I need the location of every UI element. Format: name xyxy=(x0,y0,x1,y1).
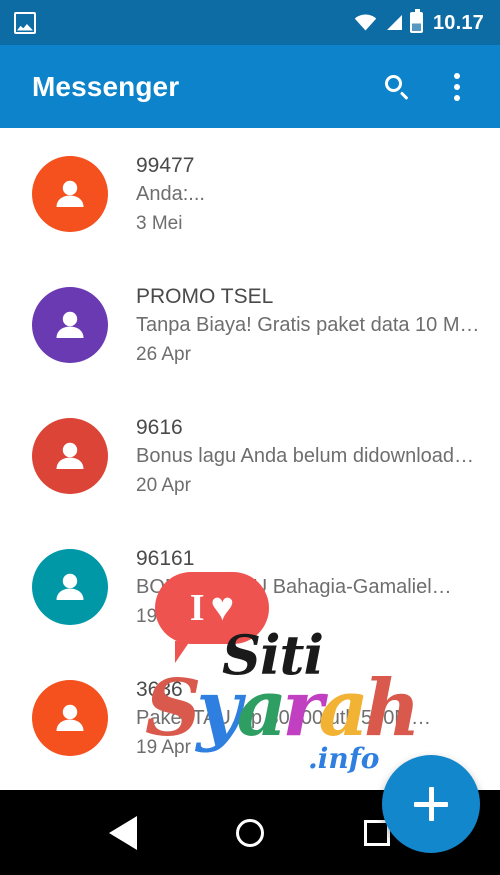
status-bar-left xyxy=(14,11,354,34)
conversation-row-0[interactable]: 99477 Anda:... 3 Mei xyxy=(0,128,500,259)
home-button[interactable] xyxy=(219,802,281,864)
conversation-text: 3636 Paket TAU Rp 30000 utk 500M… 19 Apr xyxy=(136,673,484,762)
conversation-name: 3636 xyxy=(136,678,183,701)
app-bar: Messenger xyxy=(0,45,500,128)
avatar xyxy=(32,286,108,363)
conversation-name: PROMO TSEL xyxy=(136,285,274,308)
search-button[interactable] xyxy=(378,68,416,106)
compose-fab-button[interactable] xyxy=(382,755,480,853)
conversation-name: 96161 xyxy=(136,547,195,570)
conversation-snippet: Paket TAU Rp 30000 utk 500M… xyxy=(136,707,431,729)
plus-icon xyxy=(414,787,448,821)
status-bar: 10.17 xyxy=(0,0,500,45)
home-circle-icon xyxy=(235,818,264,847)
conversation-list[interactable]: 99477 Anda:... 3 Mei PROMO TSEL Tanpa Bi… xyxy=(0,128,500,790)
battery-icon xyxy=(409,9,423,33)
conversation-date: 26 Apr xyxy=(136,344,191,365)
phone-screen: 10.17 Messenger 99477 Anda:... 3 Mei PRO… xyxy=(0,0,500,875)
app-title: Messenger xyxy=(32,70,180,102)
conversation-date: 19 Apr xyxy=(136,606,191,627)
back-button[interactable] xyxy=(92,802,154,864)
search-icon xyxy=(385,74,409,99)
conversation-name: 99477 xyxy=(136,154,195,177)
conversation-snippet: Tanpa Biaya! Gratis paket data 10 M… xyxy=(136,314,480,336)
conversation-text: 9616 Bonus lagu Anda belum didownload… 2… xyxy=(136,411,484,500)
avatar xyxy=(32,417,108,494)
status-bar-right: 10.17 xyxy=(354,9,484,34)
back-triangle-icon xyxy=(109,815,138,850)
conversation-snippet: Anda:... xyxy=(136,183,205,205)
conversation-snippet: BONUS LAGU Bahagia-Gamaliel… xyxy=(136,576,452,598)
status-bar-clock: 10.17 xyxy=(432,11,484,34)
conversation-text: 99477 Anda:... 3 Mei xyxy=(136,149,484,238)
conversation-text: PROMO TSEL Tanpa Biaya! Gratis paket dat… xyxy=(136,280,484,369)
avatar xyxy=(32,155,108,232)
photo-notification-icon xyxy=(14,11,36,34)
conversation-name: 9616 xyxy=(136,416,183,439)
conversation-date: 3 Mei xyxy=(136,213,183,234)
overflow-menu-button[interactable] xyxy=(438,68,476,106)
avatar xyxy=(32,548,108,625)
app-bar-actions xyxy=(378,68,476,106)
conversation-row-2[interactable]: 9616 Bonus lagu Anda belum didownload… 2… xyxy=(0,390,500,521)
avatar xyxy=(32,679,108,756)
wifi-icon xyxy=(354,14,377,31)
conversation-date: 20 Apr xyxy=(136,475,191,496)
conversation-text: 96161 BONUS LAGU Bahagia-Gamaliel… 19 Ap… xyxy=(136,542,484,631)
overflow-menu-icon xyxy=(454,72,460,101)
conversation-snippet: Bonus lagu Anda belum didownload… xyxy=(136,445,475,467)
conversation-row-1[interactable]: PROMO TSEL Tanpa Biaya! Gratis paket dat… xyxy=(0,259,500,390)
signal-icon xyxy=(384,14,403,31)
conversation-row-3[interactable]: 96161 BONUS LAGU Bahagia-Gamaliel… 19 Ap… xyxy=(0,521,500,652)
